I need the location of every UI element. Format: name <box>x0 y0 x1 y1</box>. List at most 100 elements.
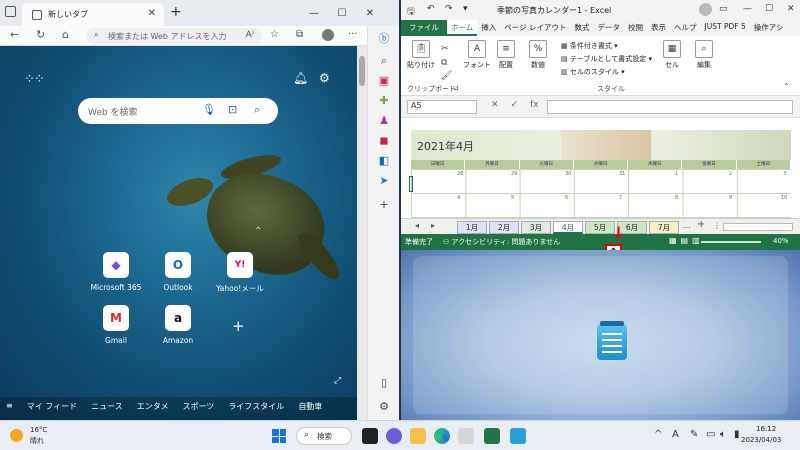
tab-page-layout[interactable]: ページ レイアウト <box>500 20 570 36</box>
sheet-tab-jan[interactable]: 1月 <box>457 221 487 234</box>
file-explorer-icon[interactable] <box>410 428 426 444</box>
sheet-tab-feb[interactable]: 2月 <box>489 221 519 234</box>
view-buttons[interactable]: ▦▤▥ <box>669 236 704 245</box>
games-icon[interactable]: ♟ <box>377 114 391 127</box>
maximize-button[interactable]: ☐ <box>328 0 356 26</box>
favorite-star-icon[interactable]: ☆ <box>270 29 279 40</box>
notepad-snap-window[interactable] <box>413 256 788 414</box>
add-sheet-button[interactable]: + <box>697 219 705 230</box>
more-sheets[interactable]: ... <box>683 221 691 230</box>
tile-yahoo-mail[interactable]: Y! Yahoo!メール <box>208 252 272 294</box>
weather-condition[interactable]: 晴れ <box>30 436 44 446</box>
address-bar[interactable]: ⌕ 検索または Web アドレスを入力 A⁾ <box>86 28 262 44</box>
weather-temp[interactable]: 16°C <box>30 426 47 434</box>
drop-icon[interactable]: ➤ <box>377 174 391 187</box>
minimize-button[interactable]: — <box>743 4 752 14</box>
account-avatar[interactable] <box>699 3 712 16</box>
insert-function-icon[interactable]: fx <box>530 100 539 110</box>
number-button[interactable]: % 数値 <box>529 38 547 70</box>
editing-button[interactable]: ⌕ 編集 <box>695 38 713 70</box>
format-painter-icon[interactable]: 🖌︎ <box>441 71 452 81</box>
clipboard-launcher-icon[interactable]: ⊿ <box>453 84 459 92</box>
split-screen-icon[interactable]: ▯ <box>377 376 391 389</box>
tray-chevron-icon[interactable]: ^ <box>654 429 662 440</box>
clock-time[interactable]: 16:12 <box>756 425 776 433</box>
close-button[interactable]: ✕ <box>787 4 795 14</box>
horizontal-scrollbar[interactable] <box>723 223 793 231</box>
tab-close-icon[interactable]: ✕ <box>148 8 156 19</box>
ime-indicator[interactable]: A <box>672 429 679 440</box>
microphone-icon[interactable]: 🎙︎ <box>202 103 216 116</box>
feed-menu-icon[interactable]: ≡ <box>6 401 13 412</box>
shopping-icon[interactable]: ▣ <box>377 74 391 87</box>
feed-item[interactable]: ニュース <box>91 401 123 412</box>
clock-date[interactable]: 2023/04/03 <box>741 436 781 444</box>
close-button[interactable]: ✕ <box>356 0 384 26</box>
sheet-tab-apr[interactable]: 4月 <box>553 221 583 234</box>
start-button[interactable] <box>272 429 286 443</box>
display-icon[interactable]: ▭ <box>706 429 715 440</box>
refresh-icon[interactable]: ↻ <box>36 28 45 41</box>
sheet-next-icon[interactable]: ▸ <box>431 221 435 230</box>
tab-split-icon[interactable]: ⋮ <box>713 221 721 230</box>
pen-icon[interactable]: ✎ <box>690 429 698 440</box>
status-accessibility[interactable]: ⚇ アクセシビリティ: 問題ありません <box>443 237 560 247</box>
align-button[interactable]: ≡ 配置 <box>497 38 515 70</box>
tab-view[interactable]: 表示 <box>647 20 670 36</box>
sidebar-settings-icon[interactable]: ⚙ <box>377 400 391 413</box>
taskbar-search[interactable]: ⌕ 検索 <box>296 427 352 445</box>
redo-icon[interactable]: ↷ <box>445 4 453 14</box>
feed-item[interactable]: エンタメ <box>137 401 169 412</box>
maximize-button[interactable]: ☐ <box>765 4 773 14</box>
minimize-button[interactable]: — <box>300 0 328 26</box>
settings-gear-icon[interactable]: ⚙ <box>319 71 330 85</box>
undo-icon[interactable]: ↶ <box>427 4 435 14</box>
outlook-icon[interactable]: ◧ <box>377 154 391 167</box>
add-site-button[interactable]: + <box>232 317 245 335</box>
zoom-level[interactable]: 40% <box>773 237 789 245</box>
battery-icon[interactable]: ▮ <box>734 429 740 440</box>
more-menu-icon[interactable]: ··· <box>348 29 358 40</box>
enter-icon[interactable]: ✓ <box>511 100 519 110</box>
tile-microsoft-365[interactable]: ◆ Microsoft 365 <box>84 252 148 292</box>
feed-item[interactable]: 自動車 <box>298 401 322 412</box>
tile-amazon[interactable]: a Amazon <box>146 305 210 345</box>
apps-launcher-icon[interactable]: ⁘⁘ <box>24 72 45 87</box>
conditional-format-button[interactable]: ▦ 条件付き書式 ▾ <box>561 40 652 53</box>
sheet-prev-icon[interactable]: ◂ <box>415 221 419 230</box>
ribbon-display-icon[interactable]: ▭ <box>719 4 728 14</box>
tab-formulas[interactable]: 数式 <box>571 20 594 36</box>
tab-home[interactable]: ホーム <box>447 20 478 36</box>
zoom-slider[interactable] <box>701 241 761 243</box>
volume-icon[interactable]: 🔈︎ <box>720 429 726 440</box>
name-box[interactable]: A5 <box>407 100 477 114</box>
add-sidebar-icon[interactable]: + <box>377 198 391 211</box>
task-view-icon[interactable] <box>362 428 378 444</box>
font-button[interactable]: A フォント <box>463 38 491 70</box>
save-icon[interactable]: 🖫︎ <box>407 4 415 20</box>
sheet-tab-jul[interactable]: 7月 <box>649 221 679 234</box>
weather-sun-icon[interactable] <box>10 429 23 442</box>
store-icon[interactable] <box>458 428 474 444</box>
bing-chat-icon[interactable]: ⓑ <box>377 30 391 46</box>
tab-data[interactable]: データ <box>594 20 625 36</box>
cancel-icon[interactable]: ✕ <box>491 100 499 110</box>
sheet-tab-may[interactable]: 5月 <box>585 221 615 234</box>
cut-icon[interactable]: ✂ <box>441 44 449 54</box>
notifications-bell-icon[interactable]: 🔔︎ <box>293 71 308 85</box>
cell-styles-button[interactable]: ▥ セルのスタイル ▾ <box>561 66 652 79</box>
feed-item[interactable]: スポーツ <box>182 401 214 412</box>
tab-file[interactable]: ファイル <box>401 20 447 36</box>
edge-tab-new-tab[interactable]: 新しいタブ ✕ <box>22 3 164 26</box>
cells-button[interactable]: ▦ セル <box>663 38 681 70</box>
feed-item[interactable]: マイ フィード <box>27 401 77 412</box>
tile-outlook[interactable]: O Outlook <box>146 252 210 292</box>
format-as-table-button[interactable]: ▤ テーブルとして書式設定 ▾ <box>561 53 652 66</box>
worksheet[interactable]: 2021年4月 日曜日 月曜日 火曜日 水曜日 木曜日 金曜日 土曜日 28 2… <box>401 118 800 218</box>
read-aloud-icon[interactable]: A⁾ <box>246 30 254 40</box>
feed-item[interactable]: ライフスタイル <box>228 401 284 412</box>
tab-review[interactable]: 校閲 <box>624 20 647 36</box>
qat-more-icon[interactable]: ▾ <box>463 4 468 14</box>
search-icon[interactable]: ⌕ <box>254 103 260 117</box>
home-icon[interactable]: ⌂ <box>62 28 69 41</box>
